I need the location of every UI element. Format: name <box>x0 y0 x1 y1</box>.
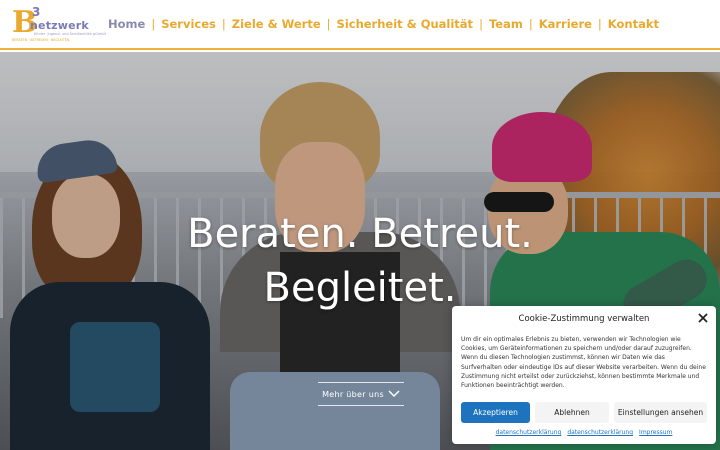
hero-headline: Beraten. Betreut. Begleitet. <box>0 207 720 315</box>
cookie-dialog-links: datenschutzerklärung datenschutzerklärun… <box>452 429 716 436</box>
accept-button[interactable]: Akzeptieren <box>461 402 530 423</box>
cookie-dialog-buttons: Akzeptieren Ablehnen Einstellungen anseh… <box>461 402 707 423</box>
nav-item-team[interactable]: Team <box>484 17 528 31</box>
nav-item-home[interactable]: Home <box>103 17 150 31</box>
main-nav: Home | Services | Ziele & Werte | Sicher… <box>103 17 664 31</box>
nav-item-ziele-werte[interactable]: Ziele & Werte <box>227 17 326 31</box>
more-about-us-link[interactable]: Mehr über uns <box>318 382 404 406</box>
close-icon[interactable] <box>698 313 708 323</box>
b3-netzwerk-logo[interactable]: B 3 netzwerk Kinder, Jugend- und Familie… <box>12 5 106 42</box>
nav-item-kontakt[interactable]: Kontakt <box>603 17 664 31</box>
cookie-dialog-text: Um dir ein optimales Erlebnis zu bieten,… <box>461 336 706 390</box>
logo-wordmark: netzwerk <box>30 19 89 32</box>
site-header: B 3 netzwerk Kinder, Jugend- und Familie… <box>0 0 720 50</box>
logo-superscript: 3 <box>32 5 41 19</box>
nav-item-services[interactable]: Services <box>156 17 221 31</box>
chevron-down-icon <box>388 390 400 398</box>
nav-item-sicherheit-qualitaet[interactable]: Sicherheit & Qualität <box>332 17 479 31</box>
privacy-policy-link[interactable]: datenschutzerklärung <box>496 429 562 436</box>
more-about-us-label: Mehr über uns <box>322 389 384 399</box>
view-preferences-button[interactable]: Einstellungen ansehen <box>614 402 707 423</box>
imprint-link[interactable]: Impressum <box>639 429 672 436</box>
cookie-consent-dialog: Cookie-Zustimmung verwalten Um dir ein o… <box>452 306 716 444</box>
cookie-dialog-title: Cookie-Zustimmung verwalten <box>518 314 650 324</box>
logo-tagline: Kinder, Jugend- und Familienhilfe gGmbH <box>34 32 107 36</box>
nav-item-karriere[interactable]: Karriere <box>534 17 597 31</box>
privacy-policy-link[interactable]: datenschutzerklärung <box>567 429 633 436</box>
logo-subline: BERATEN · BETREUEN · BEGLEITEN <box>12 38 70 42</box>
deny-button[interactable]: Ablehnen <box>535 402 609 423</box>
hero-headline-line1: Beraten. Betreut. <box>187 211 533 257</box>
